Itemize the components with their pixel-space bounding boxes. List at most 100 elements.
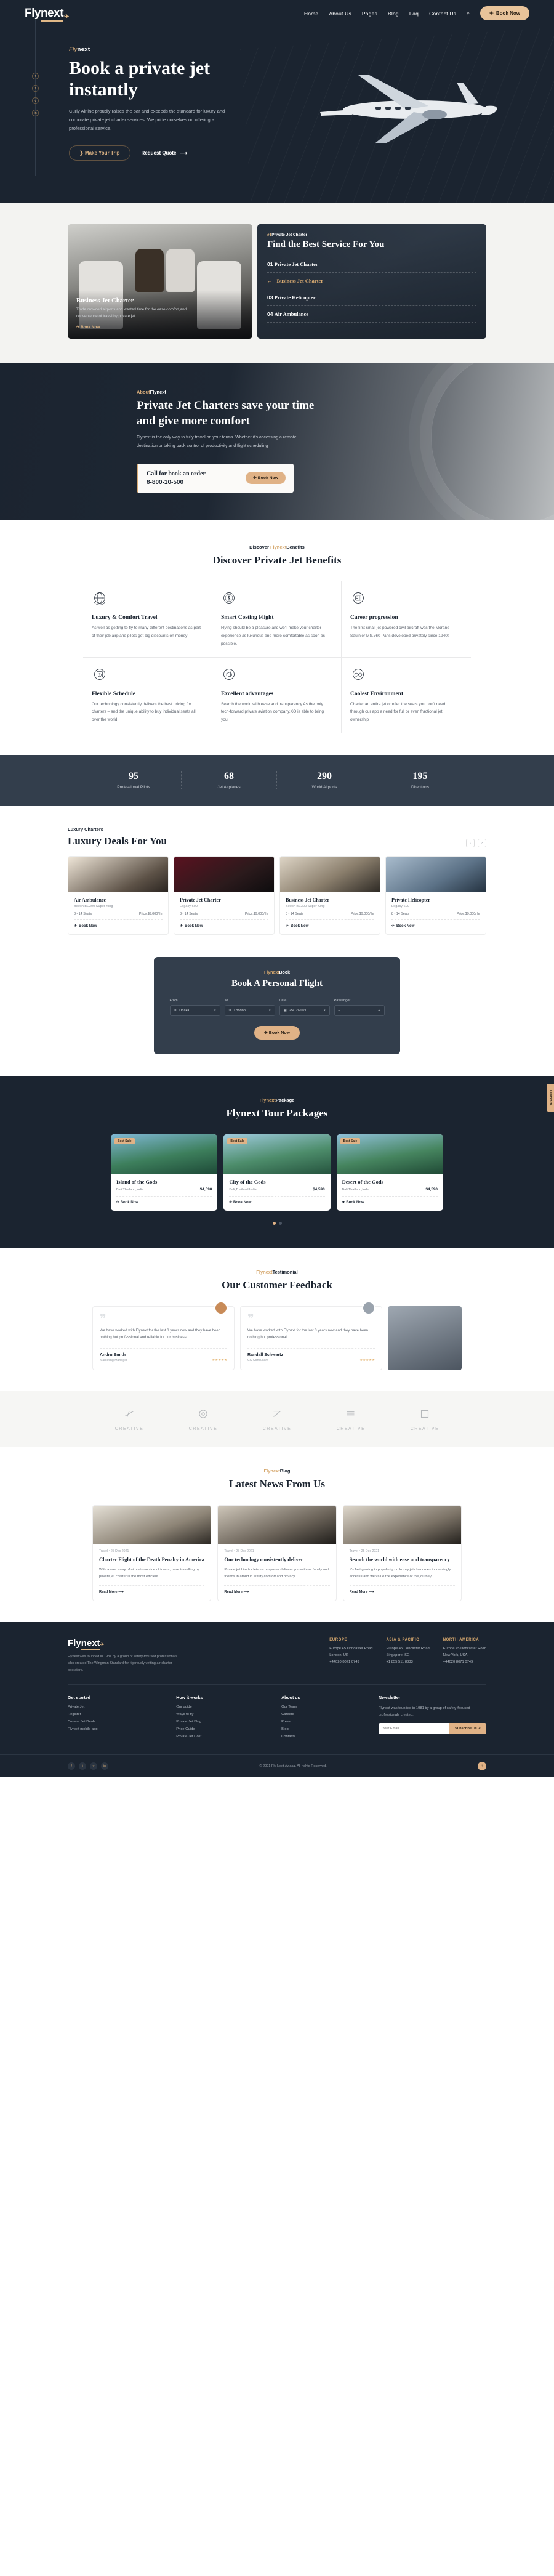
youtube-icon[interactable]: y [32, 97, 39, 104]
footer-link[interactable]: Our Team [281, 1705, 300, 1709]
phone-number[interactable]: 8-800-10-500 [147, 479, 206, 486]
footer-link[interactable]: Private Jet [68, 1705, 98, 1709]
footer-link[interactable]: Current Jet Deals [68, 1720, 98, 1724]
deal-card[interactable]: Air Ambulance Beech BE300 Super King 8 - 1… [68, 856, 169, 935]
increment-button[interactable]: + [378, 1009, 380, 1012]
to-select[interactable]: ✈ London ▾ [224, 1005, 275, 1017]
footer-tagline: Flynext was founded in 1981 by a group o… [68, 1655, 177, 1672]
package-card[interactable]: Best Sale Desert of the Gods Bali,Thailan… [336, 1134, 443, 1211]
customize-side-tab[interactable]: Customize [547, 1084, 554, 1112]
service-image-card[interactable]: Business Jet Charter Trade crowded airpo… [68, 224, 252, 339]
blog-card[interactable]: Travel • 25 Dec 2021 Our technology consi… [217, 1504, 337, 1602]
youtube-icon[interactable]: y [90, 1762, 97, 1770]
read-more-link[interactable]: Read More ⟶ [224, 1585, 330, 1594]
passenger-stepper[interactable]: – 1 + [334, 1005, 385, 1017]
benefit-card[interactable]: Coolest Environment Charter an entire je… [342, 658, 471, 733]
booking-submit-button[interactable]: ✈ Book Now [254, 1026, 300, 1040]
dot[interactable] [278, 1222, 282, 1225]
blog-card[interactable]: Travel • 25 Dec 2021 Search the world wit… [342, 1504, 462, 1602]
scroll-to-top-button[interactable]: ↑ [477, 1762, 486, 1771]
chevron-down-icon: ▾ [268, 1009, 271, 1013]
benefit-card[interactable]: Flexible Schedule Our technology consist… [83, 657, 212, 733]
newsletter-email-input[interactable] [379, 1723, 449, 1734]
nav-item-home[interactable]: Home [304, 10, 318, 17]
carousel-next-icon[interactable]: › [478, 839, 486, 848]
search-icon[interactable]: ⌕ [467, 10, 470, 17]
instagram-icon[interactable]: in [32, 110, 39, 116]
deal-card[interactable]: Private Jet Charter Legacy 600 8 - 14 Seat… [174, 856, 275, 935]
deal-price: Price:$9,000/ hr [456, 912, 480, 916]
nav-item-about[interactable]: About Us [329, 10, 351, 17]
request-quote-button[interactable]: Request Quote ⟶ [142, 150, 187, 156]
footer-link[interactable]: Our guide [176, 1705, 203, 1709]
testimonial-text: We have worked with Flynext for the last… [100, 1329, 220, 1340]
brand-logo[interactable]: CREATIVE [240, 1407, 314, 1431]
brand-logo[interactable]: CREATIVE [388, 1407, 462, 1431]
brand-logo[interactable]: CREATIVE [314, 1407, 388, 1431]
twitter-icon[interactable]: t [32, 85, 39, 92]
make-your-trip-button[interactable]: ❯ Make Your Trip [69, 145, 130, 161]
site-logo[interactable]: Flynext✈ [25, 6, 69, 22]
service-item[interactable]: 04 Air Ambulance [267, 305, 476, 323]
carousel-prev-icon[interactable]: ‹ [466, 839, 475, 848]
decrement-button[interactable]: – [339, 1009, 340, 1012]
service-card-book-link[interactable]: ✈ Book Now [76, 325, 100, 329]
dot-active[interactable] [272, 1222, 276, 1225]
brand-logo[interactable]: CREATIVE [166, 1407, 240, 1431]
footer-link[interactable]: Blog [281, 1727, 300, 1731]
service-item[interactable]: 03 Private Helicopter [267, 289, 476, 305]
deal-card[interactable]: Business Jet Charter Beech BE300 Super Ki… [279, 856, 380, 935]
nav-item-contact[interactable]: Contact Us [429, 10, 456, 17]
package-book-link[interactable]: ✈ Book Now [229, 1196, 325, 1205]
footer-link[interactable]: Register [68, 1713, 98, 1716]
footer-link[interactable]: Private Jet Cost [176, 1735, 203, 1738]
footer-link[interactable]: Price Guide [176, 1727, 203, 1731]
rating-stars: ★★★★★ [359, 1358, 375, 1362]
nav-item-pages[interactable]: Pages [362, 10, 377, 17]
facebook-icon[interactable]: f [32, 73, 39, 79]
brand-logo[interactable]: CREATIVE [92, 1407, 166, 1431]
footer-logo[interactable]: Flynext✈ [68, 1638, 182, 1650]
passenger-label: Passenger [334, 999, 351, 1003]
footer-link[interactable]: Ways to fly [176, 1713, 203, 1716]
date-select[interactable]: ▦ 25/12/2021 ▾ [279, 1005, 330, 1017]
footer-link[interactable]: Press [281, 1720, 300, 1724]
book-now-button[interactable]: ✈ Book Now [480, 6, 529, 20]
from-select[interactable]: ✈ Dhaka ▾ [169, 1005, 220, 1017]
deal-book-link[interactable]: ✈ Book Now [180, 924, 268, 929]
from-field: From ✈ Dhaka ▾ [169, 999, 220, 1017]
package-book-link[interactable]: ✈ Book Now [116, 1196, 212, 1205]
benefit-card[interactable]: Smart Costing Flight Flying should be a … [212, 581, 342, 658]
package-card[interactable]: Best Sale City of the Gods Bali,Thailand,… [223, 1134, 331, 1211]
deal-book-link[interactable]: ✈ Book Now [74, 924, 163, 929]
deal-book-link[interactable]: ✈ Book Now [286, 924, 374, 929]
testimonial-card[interactable]: ❞ We have worked with Flynext for the la… [240, 1301, 382, 1370]
deal-book-link[interactable]: ✈ Book Now [391, 924, 480, 929]
service-item-active[interactable]: ← Business Jet Charter [267, 272, 476, 289]
benefit-card[interactable]: Excellent advantages Search the world wi… [212, 657, 342, 733]
badge-icon [353, 592, 364, 604]
read-more-link[interactable]: Read More ⟶ [349, 1585, 455, 1594]
twitter-icon[interactable]: t [79, 1762, 86, 1770]
footer-link[interactable]: Flynext mobile app [68, 1727, 98, 1731]
nav-item-blog[interactable]: Blog [388, 10, 399, 17]
footer-link[interactable]: Careers [281, 1713, 300, 1716]
blog-card[interactable]: Travel • 25 Dec 2021 Charter Flight of th… [92, 1504, 212, 1602]
package-card[interactable]: Best Sale Island of the Gods Bali,Thailan… [111, 1134, 218, 1211]
benefit-card[interactable]: Luxury & Comfort Travel As well as getti… [83, 581, 212, 658]
read-more-link[interactable]: Read More ⟶ [99, 1585, 205, 1594]
newsletter-subscribe-button[interactable]: Subscribe Us ↗ [449, 1723, 486, 1734]
linkedin-icon[interactable]: in [101, 1762, 108, 1770]
facebook-icon[interactable]: f [68, 1762, 75, 1770]
testimonial-card[interactable]: ❞ We have worked with Flynext for the la… [92, 1301, 235, 1370]
hero-eyebrow-next: next [77, 46, 90, 53]
footer-link[interactable]: Contacts [281, 1735, 300, 1738]
footer-link[interactable]: Private Jet Blog [176, 1720, 203, 1724]
deal-price: Price:$9,000/ hr [350, 912, 374, 916]
service-item[interactable]: 01 Private Jet Charter [267, 256, 476, 272]
about-book-now-button[interactable]: ✈ Book Now [246, 472, 286, 485]
deal-card[interactable]: Private Helicopter Legacy 600 8 - 14 Seats… [385, 856, 486, 935]
benefit-card[interactable]: Career progression The first small jet-p… [342, 581, 471, 658]
nav-item-faq[interactable]: Faq [409, 10, 419, 17]
package-book-link[interactable]: ✈ Book Now [342, 1196, 438, 1205]
